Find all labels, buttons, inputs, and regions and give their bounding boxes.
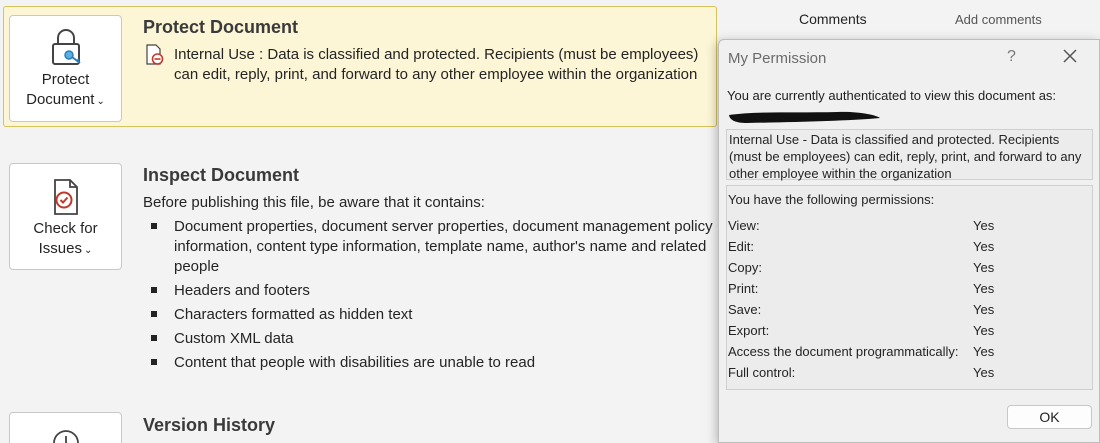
permission-label: View: <box>728 218 760 233</box>
permission-value: Yes <box>973 365 995 380</box>
inspect-item: Characters formatted as hidden text <box>148 305 718 325</box>
restricted-document-icon <box>146 44 164 65</box>
permission-value: Yes <box>973 281 995 296</box>
inspect-items-list: Document properties, document server pro… <box>148 217 718 377</box>
inspect-document-title: Inspect Document <box>143 165 300 185</box>
inspect-item: Headers and footers <box>148 281 718 301</box>
protect-document-title: Protect Document <box>143 17 299 37</box>
redacted-user-identity <box>729 111 880 123</box>
version-history-title: Version History <box>143 415 276 435</box>
policy-description: Internal Use - Data is classified and pr… <box>726 129 1093 181</box>
protect-description-line2: can edit, reply, print, and forward to a… <box>174 66 698 83</box>
version-history-button[interactable] <box>9 412 122 443</box>
help-button[interactable]: ? <box>1007 48 1016 66</box>
lock-key-icon <box>51 29 81 65</box>
permission-value: Yes <box>973 260 995 275</box>
permissions-panel: You have the following permissions: View… <box>726 185 1093 390</box>
inspect-item: Content that people with disabilities ar… <box>148 353 718 373</box>
comments-label: Comments <box>799 11 867 27</box>
protect-document-button[interactable]: Protect Document ⌄ <box>9 15 122 122</box>
inspect-intro: Before publishing this file, be aware th… <box>143 194 485 211</box>
authenticated-as-text: You are currently authenticated to view … <box>727 88 1057 103</box>
my-permission-dialog: My Permission ? You are currently authen… <box>718 39 1100 443</box>
inspect-item: Custom XML data <box>148 329 718 349</box>
comments-value[interactable]: Add comments <box>955 12 1042 27</box>
permission-label: Save: <box>728 302 762 317</box>
permission-value: Yes <box>973 239 995 254</box>
permission-label: Export: <box>728 323 770 338</box>
permission-label: Copy: <box>728 260 762 275</box>
check-issues-label-2: Issues ⌄ <box>38 240 93 257</box>
permission-label: Access the document programmatically: <box>728 344 959 359</box>
protect-description-line1: Internal Use : Data is classified and pr… <box>174 46 699 63</box>
permission-label: Full control: <box>728 365 796 380</box>
inspect-document-icon <box>53 179 78 215</box>
inspect-item: Document properties, document server pro… <box>148 217 718 277</box>
check-issues-label-1: Check for <box>33 220 98 237</box>
permission-label: Edit: <box>728 239 755 254</box>
dialog-title: My Permission <box>728 50 827 67</box>
chevron-down-icon: ⌄ <box>96 96 105 107</box>
check-for-issues-button[interactable]: Check for Issues ⌄ <box>9 163 122 270</box>
permission-value: Yes <box>973 302 995 317</box>
permission-value: Yes <box>973 218 995 233</box>
permission-value: Yes <box>973 323 995 338</box>
protect-button-label-1: Protect <box>41 71 90 88</box>
chevron-down-icon: ⌄ <box>83 245 93 256</box>
permission-value: Yes <box>973 344 995 359</box>
close-icon[interactable] <box>1061 47 1079 65</box>
ok-button[interactable]: OK <box>1007 405 1092 429</box>
permissions-heading: You have the following permissions: <box>728 192 935 207</box>
history-clock-icon <box>52 430 79 443</box>
protect-button-label-2: Document ⌄ <box>26 91 105 108</box>
permission-label: Print: <box>728 281 759 296</box>
